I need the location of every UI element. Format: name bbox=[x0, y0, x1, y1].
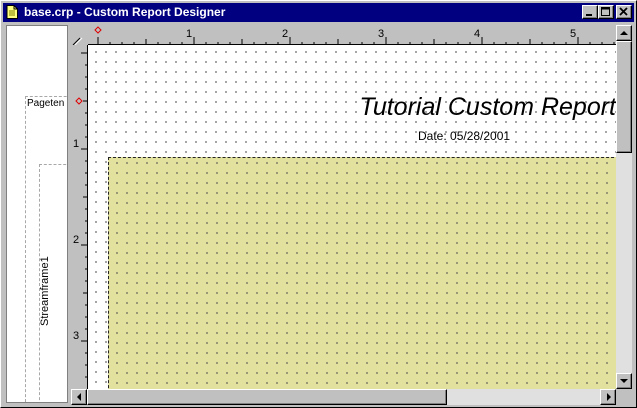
page-header-frame-label: Pageten bbox=[27, 98, 65, 109]
arrow-right-icon bbox=[607, 393, 611, 401]
arrow-left-icon bbox=[77, 393, 81, 401]
vertical-scrollbar[interactable] bbox=[616, 25, 632, 389]
frame-outline-pane[interactable]: Pageten Streamframe1 bbox=[6, 25, 68, 403]
scroll-right-button[interactable] bbox=[600, 389, 616, 405]
horizontal-ruler-graphics: 1 2 3 4 5 bbox=[88, 26, 616, 45]
report-title[interactable]: Tutorial Custom Report bbox=[359, 93, 616, 122]
horizontal-ruler: 1 2 3 4 5 bbox=[88, 25, 616, 45]
ruler-label: 3 bbox=[378, 28, 384, 40]
scroll-up-button[interactable] bbox=[616, 25, 632, 41]
ruler-corner-marks bbox=[72, 37, 83, 46]
ruler-label: 2 bbox=[282, 28, 288, 40]
ruler-label: 3 bbox=[73, 330, 79, 342]
scrollbar-corner bbox=[616, 389, 632, 405]
vertical-ruler-graphics: 1 2 3 bbox=[73, 45, 88, 389]
horizontal-scroll-thumb[interactable] bbox=[87, 389, 447, 405]
margin-marker-icon[interactable] bbox=[75, 97, 83, 105]
close-icon bbox=[619, 7, 628, 16]
arrow-down-icon bbox=[620, 379, 628, 383]
ruler-corner bbox=[71, 25, 88, 46]
report-designer-window: base.crp - Custom Report Designer Pagete… bbox=[0, 0, 637, 408]
designer-client-area: Pageten Streamframe1 1 2 3 4 5 1 2 3 Tutorial … bbox=[4, 23, 634, 405]
title-bar[interactable]: base.crp - Custom Report Designer bbox=[3, 3, 634, 22]
close-button[interactable] bbox=[616, 5, 632, 19]
scroll-left-button[interactable] bbox=[71, 389, 87, 405]
vertical-ruler: 1 2 3 bbox=[71, 45, 88, 389]
vertical-scroll-thumb[interactable] bbox=[616, 41, 632, 153]
maximize-icon bbox=[601, 7, 610, 16]
ruler-label: 5 bbox=[570, 28, 576, 40]
report-canvas[interactable]: Tutorial Custom Report Date: 05/28/2001 bbox=[88, 45, 616, 389]
horizontal-scrollbar[interactable] bbox=[71, 389, 616, 405]
maximize-button[interactable] bbox=[598, 5, 614, 19]
minimize-button[interactable] bbox=[582, 5, 598, 19]
arrow-up-icon bbox=[620, 31, 628, 35]
report-date[interactable]: Date: 05/28/2001 bbox=[418, 129, 510, 143]
scroll-down-button[interactable] bbox=[616, 373, 632, 389]
margin-marker-icon[interactable] bbox=[94, 26, 102, 34]
document-icon bbox=[6, 5, 18, 19]
ruler-label: 4 bbox=[474, 28, 480, 40]
minimize-icon bbox=[586, 14, 592, 16]
ruler-label: 2 bbox=[73, 234, 79, 246]
window-title: base.crp - Custom Report Designer bbox=[24, 5, 226, 19]
stream-frame[interactable] bbox=[108, 157, 616, 389]
ruler-label: 1 bbox=[186, 28, 192, 40]
stream-frame-label: Streamframe1 bbox=[39, 256, 51, 326]
ruler-label: 1 bbox=[73, 138, 79, 150]
